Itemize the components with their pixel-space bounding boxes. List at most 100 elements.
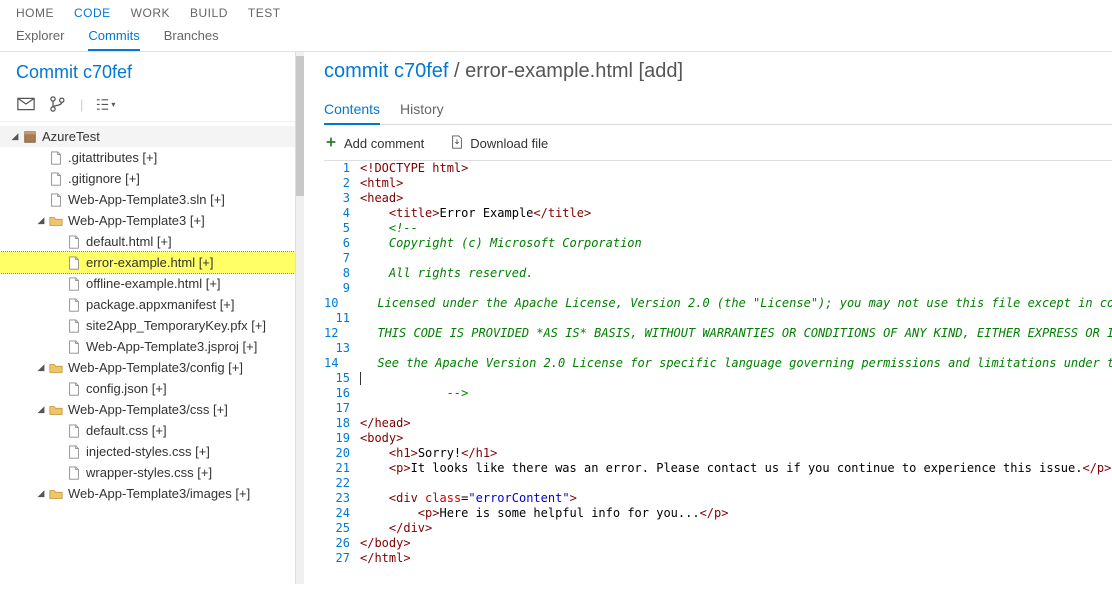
code-line[interactable]: 23 <div class="errorContent"> [324, 491, 1112, 506]
tree-item[interactable]: ◢ Web-App-Template3/images [+] [0, 483, 295, 504]
tree-item-label: AzureTest [42, 129, 100, 144]
expand-caret-icon[interactable]: ◢ [34, 488, 48, 499]
tab-contents[interactable]: Contents [324, 95, 380, 125]
tree-item[interactable]: ▶package.appxmanifest [+] [0, 294, 295, 315]
code-line[interactable]: 3<head> [324, 191, 1112, 206]
tree-item[interactable]: ▶error-example.html [+] [0, 252, 295, 273]
code-content: <!-- [360, 221, 418, 236]
download-icon [450, 135, 464, 152]
subnav-branches[interactable]: Branches [164, 28, 219, 51]
code-line[interactable]: 1<!DOCTYPE html> [324, 161, 1112, 176]
tree-item[interactable]: ▶.gitattributes [+] [0, 147, 295, 168]
file-tree: ◢ AzureTest ▶.gitattributes [+]▶.gitignore… [0, 122, 295, 508]
code-content: See the Apache Version 2.0 License for s… [348, 356, 1112, 371]
code-line[interactable]: 25 </div> [324, 521, 1112, 536]
file-icon [66, 255, 81, 270]
sidebar-toolbar: | ▾ [0, 91, 295, 122]
line-number: 11 [324, 311, 360, 326]
tab-history[interactable]: History [400, 95, 444, 124]
code-line[interactable]: 16 --> [324, 386, 1112, 401]
code-line[interactable]: 10 Licensed under the Apache License, Ve… [324, 296, 1112, 311]
tree-item-label: Web-App-Template3/images [+] [68, 486, 250, 501]
code-line[interactable]: 2<html> [324, 176, 1112, 191]
code-line[interactable]: 13 [324, 341, 1112, 356]
expand-caret-icon[interactable]: ◢ [8, 131, 22, 142]
tree-item[interactable]: ◢ Web-App-Template3/config [+] [0, 357, 295, 378]
subnav-commits[interactable]: Commits [88, 28, 139, 51]
expand-caret-icon[interactable]: ◢ [34, 404, 48, 415]
folder-icon [48, 486, 63, 501]
line-number: 2 [324, 176, 360, 191]
code-line[interactable]: 14 See the Apache Version 2.0 License fo… [324, 356, 1112, 371]
breadcrumb-commit-link[interactable]: commit c70fef [324, 60, 448, 82]
code-content: </body> [360, 536, 411, 551]
file-icon [66, 465, 81, 480]
file-icon [66, 381, 81, 396]
tree-item[interactable]: ▶site2App_TemporaryKey.pfx [+] [0, 315, 295, 336]
code-line[interactable]: 6 Copyright (c) Microsoft Corporation [324, 236, 1112, 251]
tree-view-icon[interactable]: ▾ [95, 95, 115, 113]
tree-item[interactable]: ▶wrapper-styles.css [+] [0, 462, 295, 483]
code-line[interactable]: 11 [324, 311, 1112, 326]
topnav-code[interactable]: CODE [74, 6, 111, 20]
code-line[interactable]: 27</html> [324, 551, 1112, 566]
file-icon [66, 234, 81, 249]
tree-item[interactable]: ▶injected-styles.css [+] [0, 441, 295, 462]
subnav-explorer[interactable]: Explorer [16, 28, 64, 51]
line-number: 15 [324, 371, 360, 386]
code-line[interactable]: 24 <p>Here is some helpful info for you.… [324, 506, 1112, 521]
line-number: 3 [324, 191, 360, 206]
code-line[interactable]: 18</head> [324, 416, 1112, 431]
line-number: 24 [324, 506, 360, 521]
file-actions: Add comment Download file [324, 135, 1112, 152]
add-comment-button[interactable]: Add comment [324, 135, 424, 152]
sidebar-scrollbar[interactable] [296, 52, 304, 584]
code-line[interactable]: 7 [324, 251, 1112, 266]
expand-caret-icon[interactable]: ◢ [34, 362, 48, 373]
code-line[interactable]: 19<body> [324, 431, 1112, 446]
code-line[interactable]: 9 [324, 281, 1112, 296]
topnav-test[interactable]: TEST [248, 6, 281, 20]
code-line[interactable]: 12 THIS CODE IS PROVIDED *AS IS* BASIS, … [324, 326, 1112, 341]
line-number: 22 [324, 476, 360, 491]
tree-item-label: Web-App-Template3/config [+] [68, 360, 243, 375]
tree-item-label: default.html [+] [86, 234, 172, 249]
code-line[interactable]: 21 <p>It looks like there was an error. … [324, 461, 1112, 476]
line-number: 10 [324, 296, 348, 311]
code-line[interactable]: 8 All rights reserved. [324, 266, 1112, 281]
code-line[interactable]: 20 <h1>Sorry!</h1> [324, 446, 1112, 461]
topnav-work[interactable]: WORK [131, 6, 170, 20]
line-number: 6 [324, 236, 360, 251]
tree-item-label: site2App_TemporaryKey.pfx [+] [86, 318, 266, 333]
tree-item[interactable]: ◢Web-App-Template3 [+] [0, 210, 295, 231]
tree-item[interactable]: ▶offline-example.html [+] [0, 273, 295, 294]
code-line[interactable]: 4 <title>Error Example</title> [324, 206, 1112, 221]
code-line[interactable]: 26</body> [324, 536, 1112, 551]
topnav-build[interactable]: BUILD [190, 6, 228, 20]
mail-icon[interactable] [16, 95, 36, 113]
code-viewer[interactable]: 1<!DOCTYPE html>2<html>3<head>4 <title>E… [324, 160, 1112, 566]
tree-item[interactable]: ▶Web-App-Template3.jsproj [+] [0, 336, 295, 357]
tree-item[interactable]: ▶config.json [+] [0, 378, 295, 399]
tree-item-label: .gitignore [+] [68, 171, 140, 186]
download-file-button[interactable]: Download file [450, 135, 548, 152]
branch-icon[interactable] [48, 95, 68, 113]
top-nav: HOME CODE WORK BUILD TEST [0, 0, 1112, 24]
sub-nav: Explorer Commits Branches [0, 24, 1112, 52]
line-number: 19 [324, 431, 360, 446]
tree-item[interactable]: ▶default.css [+] [0, 420, 295, 441]
tree-item[interactable]: ▶.gitignore [+] [0, 168, 295, 189]
code-line[interactable]: 5 <!-- [324, 221, 1112, 236]
tree-item[interactable]: ◢ AzureTest [0, 126, 295, 147]
code-line[interactable]: 22 [324, 476, 1112, 491]
commit-title[interactable]: Commit c70fef [0, 52, 295, 91]
code-content: --> [360, 386, 468, 401]
topnav-home[interactable]: HOME [16, 6, 54, 20]
tree-item-label: injected-styles.css [+] [86, 444, 210, 459]
code-line[interactable]: 17 [324, 401, 1112, 416]
tree-item[interactable]: ▶Web-App-Template3.sln [+] [0, 189, 295, 210]
tree-item[interactable]: ◢Web-App-Template3/css [+] [0, 399, 295, 420]
expand-caret-icon[interactable]: ◢ [34, 215, 48, 226]
tree-item[interactable]: ▶default.html [+] [0, 231, 295, 252]
code-line[interactable]: 15 [324, 371, 1112, 386]
